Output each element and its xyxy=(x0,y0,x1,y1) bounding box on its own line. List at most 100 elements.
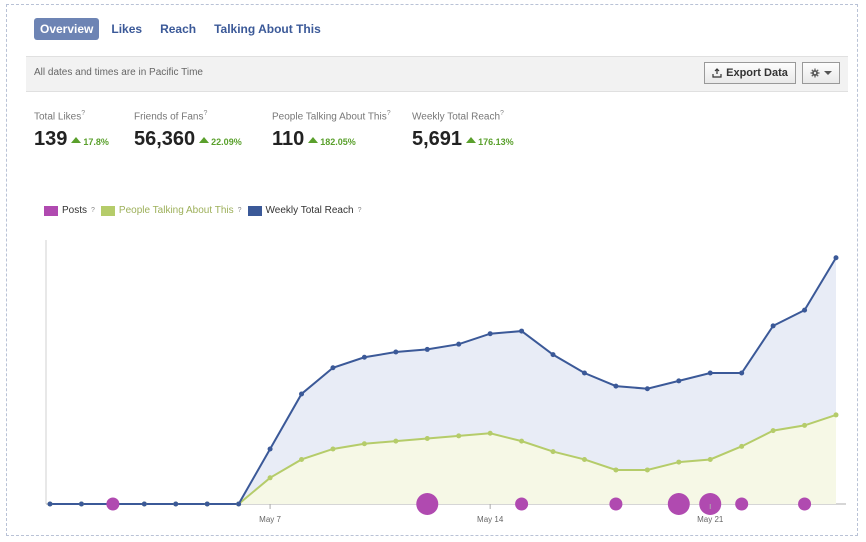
reach-point xyxy=(393,349,399,355)
reach-point xyxy=(204,501,210,507)
timezone-bar: All dates and times are in Pacific Time … xyxy=(26,56,848,92)
up-arrow-icon xyxy=(308,137,319,144)
reach-point xyxy=(78,501,84,507)
legend-swatch xyxy=(100,205,115,216)
chart-legend: Posts? People Talking About This? Weekly… xyxy=(44,205,361,216)
talking-point xyxy=(424,436,430,441)
reach-point xyxy=(739,370,745,376)
metric-value: 139 xyxy=(34,128,68,151)
talking-point xyxy=(519,438,525,444)
tab-overview[interactable]: Overview xyxy=(34,18,100,40)
legend-swatch xyxy=(44,205,58,216)
metric-change: 176.13% xyxy=(478,137,514,148)
tab-reach[interactable]: Reach xyxy=(154,18,202,40)
talking-point xyxy=(707,456,713,462)
metric-change: 22.09% xyxy=(211,137,242,148)
post-bubble xyxy=(416,493,439,515)
talking-point xyxy=(676,459,682,465)
reach-point xyxy=(802,307,808,313)
x-tick-label: May 7 xyxy=(259,515,281,524)
metric-label: Friends of Fans xyxy=(134,111,204,123)
reach-point xyxy=(47,501,53,507)
reach-point xyxy=(456,341,462,347)
post-bubble xyxy=(609,497,623,511)
metric-friends-of-fans: Friends of Fans? 56,360 22.09% xyxy=(134,110,242,151)
help-icon[interactable]: ? xyxy=(238,207,242,214)
gear-icon xyxy=(810,68,820,78)
metric-label: Weekly Total Reach xyxy=(412,111,501,123)
talking-point xyxy=(267,475,273,481)
legend-item-posts[interactable]: Posts? xyxy=(44,205,95,216)
legend-item-reach[interactable]: Weekly Total Reach? xyxy=(247,205,362,216)
reach-point xyxy=(550,352,556,358)
post-bubble xyxy=(735,497,749,511)
reach-point xyxy=(299,391,305,397)
reach-point xyxy=(770,323,776,329)
settings-dropdown-button[interactable] xyxy=(802,62,840,84)
reach-point xyxy=(707,370,713,376)
talking-point xyxy=(802,422,808,428)
export-data-button[interactable]: Export Data xyxy=(704,62,796,84)
chevron-down-icon xyxy=(824,71,832,75)
metric-change: 182.05% xyxy=(320,137,356,148)
up-arrow-icon xyxy=(71,137,82,144)
tab-talking-about-this[interactable]: Talking About This xyxy=(208,18,327,40)
metric-value: 56,360 xyxy=(134,128,196,151)
export-icon xyxy=(712,68,722,78)
up-arrow-icon xyxy=(466,137,477,144)
talking-point xyxy=(581,456,587,462)
talking-point xyxy=(456,433,462,439)
talking-point xyxy=(833,412,839,418)
help-icon[interactable]: ? xyxy=(91,207,95,214)
post-bubble xyxy=(515,497,529,511)
metric-total-likes: Total Likes? 139 17.8% xyxy=(34,110,109,151)
timezone-note: All dates and times are in Pacific Time xyxy=(34,67,203,78)
post-bubble xyxy=(798,497,812,511)
reach-point xyxy=(236,501,242,507)
talking-point xyxy=(613,467,619,473)
legend-item-talking[interactable]: People Talking About This? xyxy=(100,205,242,216)
reach-point xyxy=(361,354,367,360)
reach-point xyxy=(267,446,273,452)
reach-point xyxy=(141,501,147,507)
x-tick-label: May 14 xyxy=(477,515,504,524)
metric-label: Total Likes xyxy=(34,111,82,123)
help-icon[interactable]: ? xyxy=(358,207,362,214)
reach-point xyxy=(487,331,493,337)
help-icon[interactable]: ? xyxy=(203,110,207,117)
reach-point xyxy=(644,386,650,392)
export-data-label: Export Data xyxy=(726,67,788,79)
reach-point xyxy=(330,365,336,371)
talking-point xyxy=(487,430,493,436)
reach-point xyxy=(676,378,682,384)
help-icon[interactable]: ? xyxy=(500,110,504,117)
reach-point xyxy=(173,501,179,507)
help-icon[interactable]: ? xyxy=(81,110,85,117)
talking-point xyxy=(550,449,556,455)
metric-value: 110 xyxy=(272,128,305,151)
legend-swatch xyxy=(247,205,262,216)
insights-line-chart: May 7 May 14 May 21 xyxy=(45,240,846,524)
up-arrow-icon xyxy=(199,137,210,144)
reach-point xyxy=(519,328,525,334)
metric-change: 17.8% xyxy=(83,137,109,148)
talking-point xyxy=(644,467,650,473)
reach-point xyxy=(424,346,430,352)
post-bubble xyxy=(106,497,120,511)
reach-point xyxy=(613,383,619,389)
x-tick-label: May 21 xyxy=(697,515,724,524)
metric-people-talking: People Talking About This? 110 182.05% xyxy=(272,110,391,151)
tab-likes[interactable]: Likes xyxy=(105,18,148,40)
legend-label: People Talking About This xyxy=(118,205,234,216)
talking-point xyxy=(330,446,336,452)
post-bubble xyxy=(667,493,690,515)
talking-point xyxy=(299,456,305,462)
legend-label: Weekly Total Reach xyxy=(265,205,354,216)
insights-tabs: Overview Likes Reach Talking About This xyxy=(34,18,327,40)
metric-value: 5,691 xyxy=(412,128,463,151)
talking-point xyxy=(770,428,776,434)
reach-point xyxy=(581,370,587,376)
talking-point xyxy=(361,441,367,447)
metric-label: People Talking About This xyxy=(272,111,387,123)
help-icon[interactable]: ? xyxy=(387,110,391,117)
